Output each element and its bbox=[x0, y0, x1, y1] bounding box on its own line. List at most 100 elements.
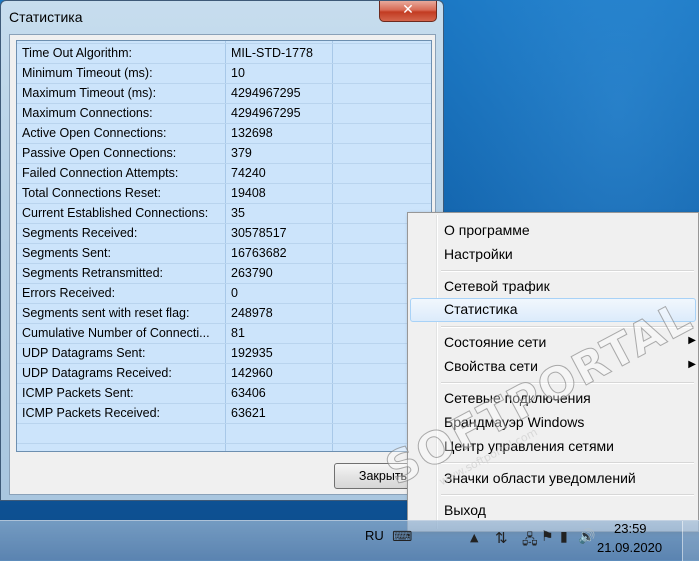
stat-value: 74240 bbox=[231, 166, 266, 180]
menu-item-settings[interactable]: Настройки bbox=[410, 243, 696, 265]
taskbar: RU ⌨ ▲ ⇅ 🖧 ⚑ ▮ 🔊 23:59 21.09.2020 bbox=[0, 520, 699, 561]
menu-item-label: Статистика bbox=[444, 301, 518, 317]
table-row[interactable]: Minimum Timeout (ms): 10 bbox=[17, 64, 431, 84]
stat-value: 16763682 bbox=[231, 246, 287, 260]
stat-name: Segments Sent: bbox=[22, 246, 111, 260]
menu-separator bbox=[441, 382, 694, 384]
menu-item-about[interactable]: О программе bbox=[410, 219, 696, 241]
volume-icon[interactable]: 🔊 bbox=[578, 529, 595, 545]
stat-value: 263790 bbox=[231, 266, 273, 280]
row-gridline bbox=[17, 443, 431, 444]
menu-item-windows-firewall[interactable]: Брандмауэр Windows bbox=[410, 411, 696, 433]
clock-date[interactable]: 21.09.2020 bbox=[597, 540, 662, 555]
stat-name: Segments Received: bbox=[22, 226, 138, 240]
stat-name: Time Out Algorithm: bbox=[22, 46, 132, 60]
menu-item-statistics[interactable]: Статистика bbox=[410, 298, 696, 322]
menu-item-network-connections[interactable]: Сетевые подключения bbox=[410, 387, 696, 409]
stat-value: 0 bbox=[231, 286, 238, 300]
network-icon[interactable]: 🖧 bbox=[522, 529, 538, 553]
window-titlebar[interactable]: Статистика ✕ bbox=[1, 1, 443, 35]
stat-value: 132698 bbox=[231, 126, 273, 140]
stat-name: Cumulative Number of Connecti... bbox=[22, 326, 210, 340]
stat-value: 4294967295 bbox=[231, 86, 301, 100]
menu-item-network-center[interactable]: Центр управления сетями bbox=[410, 435, 696, 457]
submenu-arrow-icon: ▶ bbox=[688, 359, 696, 370]
statistics-list[interactable]: Time Out Algorithm: MIL-STD-1778 Minimum T… bbox=[16, 40, 432, 452]
tray-context-menu: О программе Настройки Сетевой трафик Ста… bbox=[407, 212, 699, 532]
stat-name: Errors Received: bbox=[22, 286, 116, 300]
statistics-window: Статистика ✕ Time Out Algorithm: MIL-STD-… bbox=[0, 0, 444, 501]
table-row[interactable]: Total Connections Reset: 19408 bbox=[17, 184, 431, 204]
table-row[interactable]: Active Open Connections: 132698 bbox=[17, 124, 431, 144]
table-row[interactable]: Segments sent with reset flag: 248978 bbox=[17, 304, 431, 324]
stat-name: ICMP Packets Received: bbox=[22, 406, 161, 420]
stat-value: 63406 bbox=[231, 386, 266, 400]
stat-name: UDP Datagrams Sent: bbox=[22, 346, 146, 360]
table-row[interactable]: Segments Retransmitted: 263790 bbox=[17, 264, 431, 284]
stat-value: 4294967295 bbox=[231, 106, 301, 120]
menu-item-label: Сетевые подключения bbox=[444, 390, 591, 406]
window-title: Статистика bbox=[9, 9, 83, 25]
stat-value: 30578517 bbox=[231, 226, 287, 240]
menu-item-label: О программе bbox=[444, 222, 530, 238]
stat-name: Active Open Connections: bbox=[22, 126, 167, 140]
stat-name: UDP Datagrams Received: bbox=[22, 366, 172, 380]
stat-name: Passive Open Connections: bbox=[22, 146, 177, 160]
stat-value: 35 bbox=[231, 206, 245, 220]
menu-item-label: Выход bbox=[444, 502, 486, 518]
table-row[interactable]: ICMP Packets Sent: 63406 bbox=[17, 384, 431, 404]
stat-value: 192935 bbox=[231, 346, 273, 360]
keyboard-icon[interactable]: ⌨ bbox=[392, 529, 412, 545]
stat-name: Current Established Connections: bbox=[22, 206, 209, 220]
menu-item-label: Брандмауэр Windows bbox=[444, 414, 585, 430]
network-monitor-icon[interactable]: ⇅ bbox=[495, 529, 508, 547]
menu-item-network-properties[interactable]: Свойства сети ▶ bbox=[410, 355, 696, 377]
menu-separator bbox=[441, 270, 694, 272]
menu-item-label: Значки области уведомлений bbox=[444, 470, 636, 486]
menu-item-label: Состояние сети bbox=[444, 334, 547, 350]
stat-value: 63621 bbox=[231, 406, 266, 420]
flag-icon[interactable]: ⚑ bbox=[541, 529, 554, 545]
table-row[interactable]: Segments Sent: 16763682 bbox=[17, 244, 431, 264]
stat-name: Total Connections Reset: bbox=[22, 186, 161, 200]
table-row[interactable]: UDP Datagrams Sent: 192935 bbox=[17, 344, 431, 364]
clock-time[interactable]: 23:59 bbox=[614, 521, 647, 536]
stat-name: Maximum Timeout (ms): bbox=[22, 86, 157, 100]
table-row[interactable]: Time Out Algorithm: MIL-STD-1778 bbox=[17, 44, 431, 64]
stat-value: 81 bbox=[231, 326, 245, 340]
table-row[interactable]: Cumulative Number of Connecti... 81 bbox=[17, 324, 431, 344]
stat-name: Minimum Timeout (ms): bbox=[22, 66, 153, 80]
menu-separator bbox=[441, 326, 694, 328]
battery-icon[interactable]: ▮ bbox=[560, 529, 568, 545]
stat-name: Failed Connection Attempts: bbox=[22, 166, 179, 180]
language-indicator[interactable]: RU bbox=[365, 528, 384, 543]
menu-item-network-status[interactable]: Состояние сети ▶ bbox=[410, 331, 696, 353]
window-client-area: Time Out Algorithm: MIL-STD-1778 Minimum T… bbox=[9, 34, 436, 495]
show-desktop-button[interactable] bbox=[682, 521, 699, 561]
table-row[interactable]: Passive Open Connections: 379 bbox=[17, 144, 431, 164]
stat-value: 19408 bbox=[231, 186, 266, 200]
menu-item-label: Настройки bbox=[444, 246, 513, 262]
stat-name: Segments Retransmitted: bbox=[22, 266, 164, 280]
menu-item-tray-icons[interactable]: Значки области уведомлений bbox=[410, 467, 696, 489]
table-row[interactable]: ICMP Packets Received: 63621 bbox=[17, 404, 431, 424]
menu-item-label: Центр управления сетями bbox=[444, 438, 614, 454]
table-row[interactable]: Maximum Timeout (ms): 4294967295 bbox=[17, 84, 431, 104]
menu-item-exit[interactable]: Выход bbox=[410, 499, 696, 521]
stat-value: MIL-STD-1778 bbox=[231, 46, 313, 60]
menu-separator bbox=[441, 494, 694, 496]
table-row[interactable]: Failed Connection Attempts: 74240 bbox=[17, 164, 431, 184]
tray-expand-icon[interactable]: ▲ bbox=[470, 531, 478, 544]
table-row[interactable]: Maximum Connections: 4294967295 bbox=[17, 104, 431, 124]
table-row[interactable]: UDP Datagrams Received: 142960 bbox=[17, 364, 431, 384]
table-row[interactable]: Errors Received: 0 bbox=[17, 284, 431, 304]
menu-separator bbox=[441, 462, 694, 464]
stat-name: Maximum Connections: bbox=[22, 106, 153, 120]
table-row[interactable]: Segments Received: 30578517 bbox=[17, 224, 431, 244]
table-row[interactable]: Current Established Connections: 35 bbox=[17, 204, 431, 224]
menu-item-label: Сетевой трафик bbox=[444, 278, 550, 294]
stat-value: 379 bbox=[231, 146, 252, 160]
stat-name: Segments sent with reset flag: bbox=[22, 306, 190, 320]
window-close-button[interactable]: ✕ bbox=[379, 1, 437, 22]
menu-item-network-traffic[interactable]: Сетевой трафик bbox=[410, 275, 696, 297]
